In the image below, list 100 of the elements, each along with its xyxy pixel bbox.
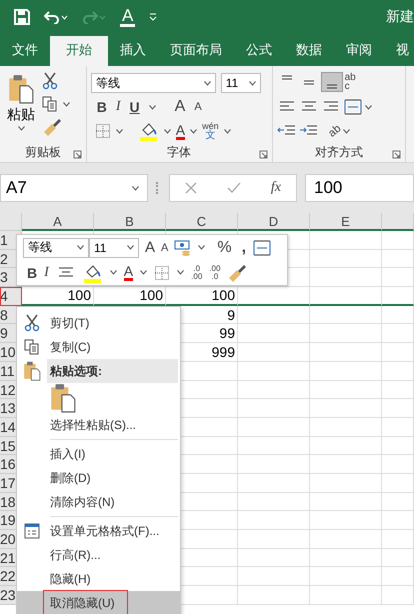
insert-function-button[interactable]: fx xyxy=(270,180,281,196)
dropdown-caret-icon[interactable] xyxy=(77,245,84,250)
name-box[interactable]: A7 xyxy=(0,174,148,202)
ribbon-tab[interactable]: 数据 xyxy=(284,36,334,66)
italic-button[interactable]: I xyxy=(44,264,49,280)
borders-icon[interactable] xyxy=(94,123,111,139)
ribbon-tab[interactable]: 开始 xyxy=(50,36,108,66)
dropdown-caret-icon[interactable] xyxy=(127,245,134,250)
table-cell xyxy=(382,250,414,268)
dropdown-caret-icon[interactable] xyxy=(198,245,206,250)
dropdown-caret-icon[interactable] xyxy=(140,270,148,275)
paste-icon[interactable] xyxy=(8,74,34,104)
table-cell xyxy=(238,343,310,362)
font-size-field[interactable]: 11 xyxy=(220,73,261,93)
font-color-button[interactable]: A xyxy=(176,122,186,140)
ribbon-tab[interactable]: 插入 xyxy=(108,36,158,66)
dropdown-caret-icon[interactable] xyxy=(204,80,211,86)
font-name-field[interactable]: 等线 xyxy=(90,73,216,93)
ribbon-tab[interactable]: 视 xyxy=(384,36,414,66)
customize-toolbar-icon[interactable] xyxy=(149,13,158,21)
dialog-launcher-icon[interactable] xyxy=(72,150,82,159)
merge-center-icon[interactable] xyxy=(252,238,272,256)
scissors-icon[interactable] xyxy=(24,314,40,332)
group-label: 剪贴板 xyxy=(24,145,61,159)
dropdown-caret-icon[interactable] xyxy=(132,186,139,190)
font-name-field[interactable]: 等线 xyxy=(23,238,89,258)
dropdown-caret-icon[interactable] xyxy=(110,270,117,275)
shrink-font-button[interactable]: A xyxy=(161,242,168,254)
wrap-text-button[interactable]: ab c xyxy=(344,73,356,91)
formula-field[interactable]: 100 xyxy=(305,174,414,202)
increase-decimal-button[interactable]: .0 .00 xyxy=(191,264,202,280)
save-icon[interactable] xyxy=(14,9,30,25)
ribbon-tab[interactable]: 审阅 xyxy=(334,36,384,66)
percent-style-button[interactable]: % xyxy=(217,238,232,256)
table-cell xyxy=(310,567,382,586)
scissors-icon[interactable] xyxy=(42,72,58,90)
comma-style-button[interactable]: , xyxy=(242,238,246,256)
paste-button[interactable]: 粘贴 xyxy=(7,106,35,124)
dropdown-caret-icon[interactable] xyxy=(224,128,231,134)
dropdown-caret-icon[interactable] xyxy=(148,104,156,110)
paste-icon[interactable] xyxy=(50,383,76,413)
ribbon-tab[interactable]: 页面布局 xyxy=(158,36,234,66)
dropdown-caret-icon[interactable] xyxy=(364,104,372,110)
column-header[interactable] xyxy=(382,213,414,231)
undo-icon[interactable] xyxy=(44,10,68,24)
table-cell xyxy=(238,586,310,605)
grow-font-button[interactable]: A xyxy=(145,239,156,256)
underline-button[interactable]: U xyxy=(130,99,140,115)
dropdown-caret-icon[interactable] xyxy=(116,128,123,134)
dialog-launcher-icon[interactable] xyxy=(258,150,268,159)
bold-button[interactable]: B xyxy=(27,264,38,280)
table-cell xyxy=(382,474,414,493)
table-cell xyxy=(382,530,414,549)
bold-button[interactable]: B xyxy=(96,99,107,115)
table-cell xyxy=(310,306,382,324)
ribbon-tab[interactable]: 文件 xyxy=(0,36,50,66)
fill-color-icon[interactable] xyxy=(82,262,103,282)
accounting-format-icon[interactable] xyxy=(174,240,192,256)
borders-icon[interactable] xyxy=(154,264,170,280)
dropdown-caret-icon[interactable] xyxy=(164,128,171,134)
column-header[interactable]: E xyxy=(310,213,382,231)
dropdown-caret-icon[interactable] xyxy=(190,128,198,134)
column-header[interactable]: A xyxy=(22,213,94,231)
table-cell xyxy=(238,306,310,324)
merge-center-icon[interactable] xyxy=(342,98,363,116)
column-header[interactable]: C xyxy=(166,213,238,231)
table-cell xyxy=(238,511,310,530)
decrease-decimal-button[interactable]: .00 .0 xyxy=(209,264,220,280)
column-header[interactable]: B xyxy=(94,213,166,231)
ribbon-tab[interactable]: 公式 xyxy=(234,36,284,66)
dropdown-caret-icon[interactable] xyxy=(248,80,256,86)
table-cell xyxy=(238,362,310,380)
window-title: 新建 xyxy=(386,8,414,26)
grow-font-button[interactable]: A xyxy=(174,98,186,116)
table-cell xyxy=(238,399,310,418)
copy-icon[interactable] xyxy=(24,339,40,355)
font-color-button[interactable]: A xyxy=(120,8,136,26)
phonetic-guide-button[interactable]: wén 文 xyxy=(202,122,219,140)
format-painter-icon[interactable] xyxy=(227,264,248,282)
column-header[interactable]: D xyxy=(238,213,310,231)
dropdown-caret-icon[interactable] xyxy=(18,126,24,131)
fill-color-icon[interactable] xyxy=(138,121,159,141)
menu-item[interactable]: 取消隐藏(U) xyxy=(17,591,180,614)
italic-button[interactable]: I xyxy=(116,99,121,115)
paste-icon[interactable] xyxy=(23,361,41,381)
dialog-launcher-icon[interactable] xyxy=(392,150,401,159)
row-header[interactable]: 4 xyxy=(0,287,22,306)
font-size-field[interactable]: 11 xyxy=(89,238,139,258)
table-cell xyxy=(382,268,414,288)
table-cell xyxy=(310,231,382,250)
format-painter-icon[interactable] xyxy=(42,118,62,136)
table-cell xyxy=(310,380,382,400)
orientation-button[interactable]: ab xyxy=(327,124,342,138)
dropdown-caret-icon[interactable] xyxy=(177,270,184,275)
copy-icon[interactable] xyxy=(42,96,58,112)
dropdown-caret-icon[interactable] xyxy=(342,128,350,134)
table-cell xyxy=(238,492,310,512)
shrink-font-button[interactable]: A xyxy=(194,101,202,113)
dropdown-caret-icon[interactable] xyxy=(63,102,70,106)
font-color-button[interactable]: A xyxy=(124,264,134,281)
